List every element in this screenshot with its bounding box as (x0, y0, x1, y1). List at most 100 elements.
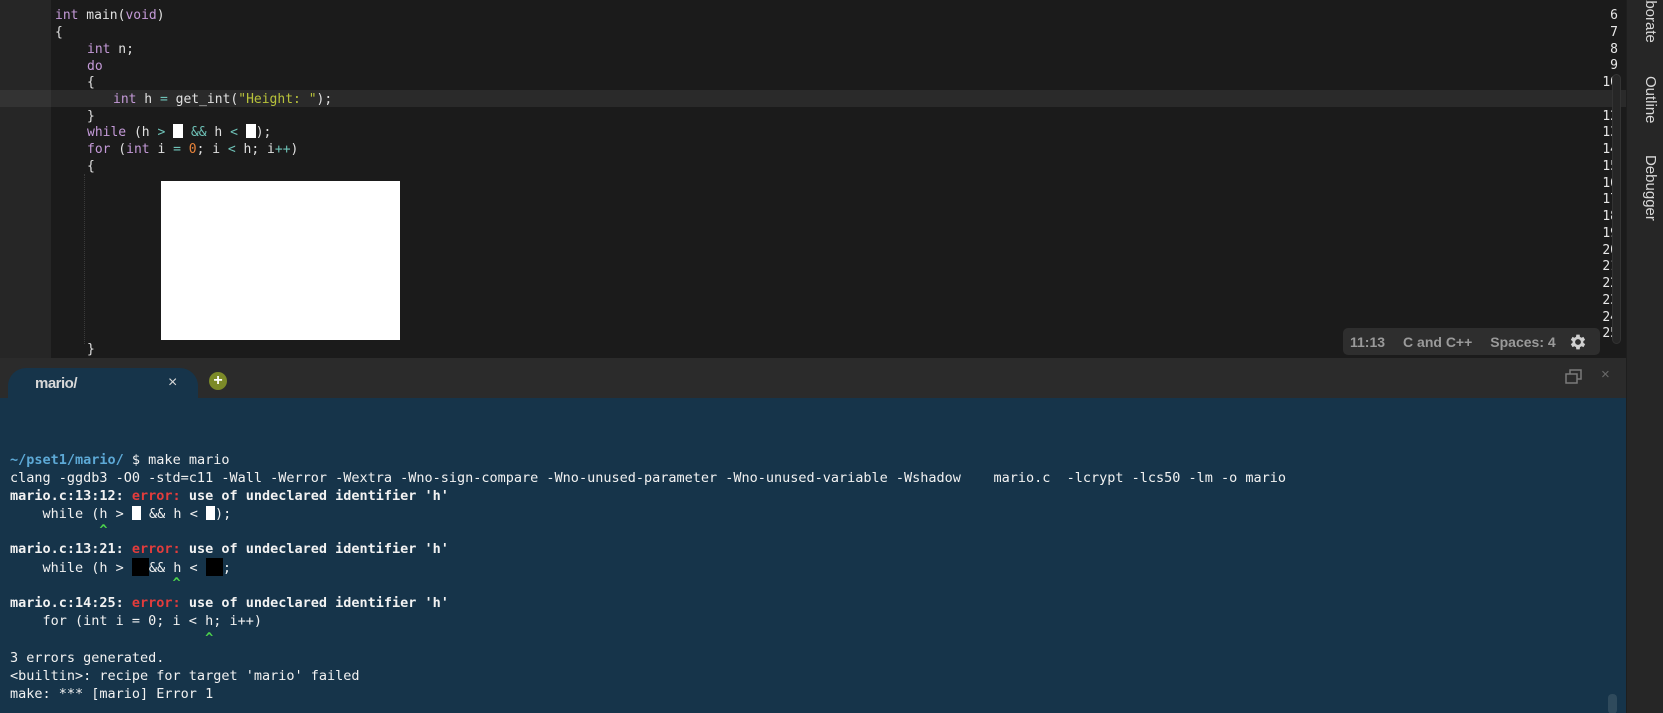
code-text: n; (110, 42, 134, 57)
terminal-prompt-line: ~/pset1/mario/ $ make mario (10, 451, 229, 469)
code-text: ) (156, 8, 165, 23)
gear-icon[interactable] (1568, 332, 1588, 352)
number-literal: 0 (188, 142, 197, 157)
code-text: && h < (140, 506, 206, 522)
operator: < (230, 125, 238, 140)
code-area[interactable]: int main(void) { int n; do { int h = get… (51, 0, 1626, 358)
code-text: main( (78, 8, 126, 23)
keyword: int (87, 42, 111, 57)
error-location: mario.c:14:25: (10, 595, 132, 611)
code-text: ); (255, 125, 272, 140)
operator: < (227, 142, 236, 157)
add-terminal-button[interactable]: + (209, 372, 227, 390)
code-text: ); (214, 506, 232, 522)
terminal-line: clang -ggdb3 -O0 -std=c11 -Wall -Werror … (10, 470, 1287, 486)
error-source-line: for (int i = 0; i < h; i++) (10, 613, 262, 629)
keyword: void (125, 8, 157, 23)
code-text: ) (290, 142, 299, 157)
code-line-8: int n; (87, 41, 134, 58)
error-caret: ^ (10, 575, 181, 591)
cursor-position[interactable]: 11:13 (1350, 334, 1385, 350)
error-caret: ^ (10, 522, 108, 538)
code-line-6: int main(void) (55, 7, 165, 24)
code-text: ; i (196, 142, 228, 157)
terminal-line: <builtin>: recipe for target 'mario' fai… (10, 668, 360, 684)
code-line-13: while (h > && h < ); (87, 124, 271, 141)
code-line-7: { (55, 25, 63, 40)
code-text: h; i (235, 142, 275, 157)
error-caret: ^ (10, 630, 214, 646)
prompt-path: ~/pset1/mario/ (10, 452, 124, 468)
sidebar-tab-collaborate[interactable]: aborate (1627, 0, 1663, 54)
code-line-14: for (int i = 0; i < h; i++) (87, 141, 298, 158)
active-line-gutter-highlight (0, 90, 51, 107)
command-text: $ make mario (123, 452, 230, 468)
keyword: int (126, 142, 150, 157)
code-text: get_int( (167, 92, 239, 107)
operator: && (190, 125, 207, 140)
keyword: do (87, 59, 103, 74)
keyword: int (113, 92, 137, 107)
indentation-setting[interactable]: Spaces: 4 (1490, 334, 1555, 350)
error-message: use of undeclared identifier 'h' (180, 541, 449, 557)
code-line-11: int h = get_int("Height: "); (113, 91, 332, 108)
redacted-value (205, 506, 215, 520)
error-location: mario.c:13:21: (10, 541, 132, 557)
code-line-10: { (87, 75, 95, 90)
error-line: mario.c:14:25: error: use of undeclared … (10, 594, 449, 612)
line-number-gutter (0, 0, 51, 358)
editor-status-bar: 11:13 C and C++ Spaces: 4 (1343, 328, 1600, 355)
terminal-line: 3 errors generated. (10, 650, 165, 666)
code-line-9: do (87, 58, 103, 75)
terminal-output[interactable]: ~/pset1/mario/ $ make mario clang -ggdb3… (0, 398, 1626, 713)
terminal-tab-bar: mario/ × (0, 358, 1626, 398)
code-text: ); (316, 92, 333, 107)
right-sidebar: aborate Outline Debugger (1626, 0, 1663, 713)
editor-scrollbar[interactable] (1612, 74, 1621, 344)
error-label: error: (131, 488, 181, 504)
error-label: error: (131, 541, 181, 557)
code-text: while (h > (10, 506, 132, 522)
code-line-15: { (87, 159, 95, 174)
string-literal: "Height: " (238, 92, 317, 107)
code-line-12: } (87, 109, 95, 124)
keyword: while (87, 125, 127, 140)
indent-guide (84, 174, 85, 344)
keyword: int (55, 8, 79, 23)
redacted-value (131, 506, 141, 520)
code-text: i (149, 142, 174, 157)
code-text: h (206, 125, 231, 140)
error-message: use of undeclared identifier 'h' (180, 595, 449, 611)
keyword: for (87, 142, 111, 157)
terminal-line: make: *** [mario] Error 1 (10, 686, 214, 702)
operator: ++ (274, 142, 291, 157)
operator: = (173, 142, 181, 157)
terminal-scrollbar[interactable] (1608, 694, 1617, 713)
error-line: mario.c:13:21: error: use of undeclared … (10, 540, 449, 558)
close-panel-icon[interactable]: × (1601, 366, 1610, 383)
redacted-value (245, 124, 256, 138)
code-text: ( (110, 142, 127, 157)
code-text: (h (126, 125, 158, 140)
error-line: mario.c:13:12: error: use of undeclared … (10, 487, 449, 505)
sidebar-tab-outline[interactable]: Outline (1627, 76, 1663, 136)
language-mode[interactable]: C and C++ (1403, 334, 1472, 350)
redacted-value (205, 558, 223, 576)
code-line-25: } (87, 342, 95, 357)
operator: = (159, 92, 168, 107)
error-message: use of undeclared identifier 'h' (180, 488, 449, 504)
error-location: mario.c:13:12: (10, 488, 132, 504)
redacted-code-block (161, 181, 400, 340)
sidebar-tab-debugger[interactable]: Debugger (1627, 155, 1663, 235)
error-label: error: (131, 595, 181, 611)
terminal-tab-label[interactable]: mario/ (35, 375, 78, 392)
redacted-value (173, 124, 184, 138)
close-tab-icon[interactable]: × (168, 374, 177, 392)
code-text: h (136, 92, 160, 107)
code-editor[interactable]: 678910111213141516171819202122232425 int… (0, 0, 1626, 358)
maximize-panel-icon[interactable] (1565, 369, 1583, 385)
